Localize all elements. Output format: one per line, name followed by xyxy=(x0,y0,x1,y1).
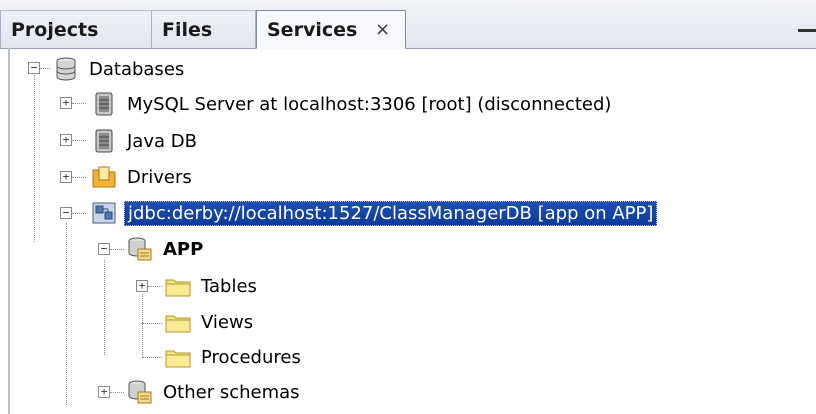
tree-connector xyxy=(72,177,86,178)
folder-icon xyxy=(165,315,191,333)
close-icon[interactable]: × xyxy=(375,11,390,49)
tree-node-label: MySQL Server at localhost:3306 [root] (d… xyxy=(127,93,612,115)
tree-node-drivers[interactable]: Drivers xyxy=(90,160,195,194)
tab-bar: Projects Files Services × xyxy=(0,0,816,49)
tree-node-databases[interactable]: Databases xyxy=(52,52,187,86)
tree-connector xyxy=(104,260,105,355)
tree-connector xyxy=(34,70,35,242)
tree-node-label: Views xyxy=(201,311,254,333)
tree-node-label: Procedures xyxy=(201,346,301,368)
tree-connector xyxy=(142,294,143,357)
tree-node-tables[interactable]: Tables xyxy=(164,269,260,303)
expand-icon[interactable]: + xyxy=(60,171,72,183)
folder-icon xyxy=(165,279,191,297)
tree-node-label: APP xyxy=(163,238,204,260)
services-tree: − + + + − − + + Databases MySQL Server a… xyxy=(0,48,816,414)
schema-icon xyxy=(128,237,152,261)
db-server-icon xyxy=(95,92,113,116)
tree-connector xyxy=(72,213,86,214)
tree-connector xyxy=(66,223,67,405)
tree-node-label: Java DB xyxy=(127,130,197,152)
tree-connector xyxy=(110,249,124,250)
tab-services-label: Services xyxy=(267,19,358,41)
db-connection-icon xyxy=(92,202,116,224)
minimize-icon[interactable] xyxy=(798,29,816,32)
expand-icon[interactable]: + xyxy=(60,97,72,109)
database-stack-icon xyxy=(56,57,76,81)
tree-node-mysql[interactable]: MySQL Server at localhost:3306 [root] (d… xyxy=(90,87,614,121)
tree-connector xyxy=(40,68,50,69)
tree-connector xyxy=(110,392,124,393)
tree-node-derby-connection[interactable]: jdbc:derby://localhost:1527/ClassManager… xyxy=(90,196,658,230)
tree-node-procedures[interactable]: Procedures xyxy=(164,340,304,374)
tree-node-java-db[interactable]: Java DB xyxy=(90,124,200,158)
tree-node-label: Tables xyxy=(201,275,257,297)
tab-projects[interactable]: Projects xyxy=(0,10,152,48)
tree-connector xyxy=(72,103,86,104)
tab-projects-label: Projects xyxy=(11,19,99,41)
tree-node-label: Other schemas xyxy=(163,381,300,403)
collapse-icon[interactable]: − xyxy=(28,62,40,74)
tree-node-label: Drivers xyxy=(127,166,192,188)
tab-files[interactable]: Files xyxy=(152,10,256,48)
db-server-icon xyxy=(95,129,113,153)
tree-connector xyxy=(142,357,162,358)
tab-services[interactable]: Services × xyxy=(256,10,406,49)
tree-connector xyxy=(142,323,162,324)
tree-node-app-schema[interactable]: APP xyxy=(126,232,206,266)
tree-node-label-selected: jdbc:derby://localhost:1527/ClassManager… xyxy=(124,200,658,226)
expand-icon[interactable]: + xyxy=(60,134,72,146)
tree-node-label: Databases xyxy=(89,58,185,80)
expand-icon[interactable]: + xyxy=(98,386,110,398)
tree-node-other-schemas[interactable]: Other schemas xyxy=(126,375,303,409)
tree-connector xyxy=(148,286,162,287)
tree-node-views[interactable]: Views xyxy=(164,305,256,339)
tab-files-label: Files xyxy=(162,19,213,41)
services-window: Projects Files Services × − + + + − − + … xyxy=(0,0,816,414)
expand-icon[interactable]: + xyxy=(136,280,148,292)
tree-connector xyxy=(72,140,86,141)
schema-icon xyxy=(128,380,152,404)
folder-icon xyxy=(165,350,191,368)
drivers-folder-icon xyxy=(92,166,116,188)
collapse-icon[interactable]: − xyxy=(60,207,72,219)
collapse-icon[interactable]: − xyxy=(98,243,110,255)
